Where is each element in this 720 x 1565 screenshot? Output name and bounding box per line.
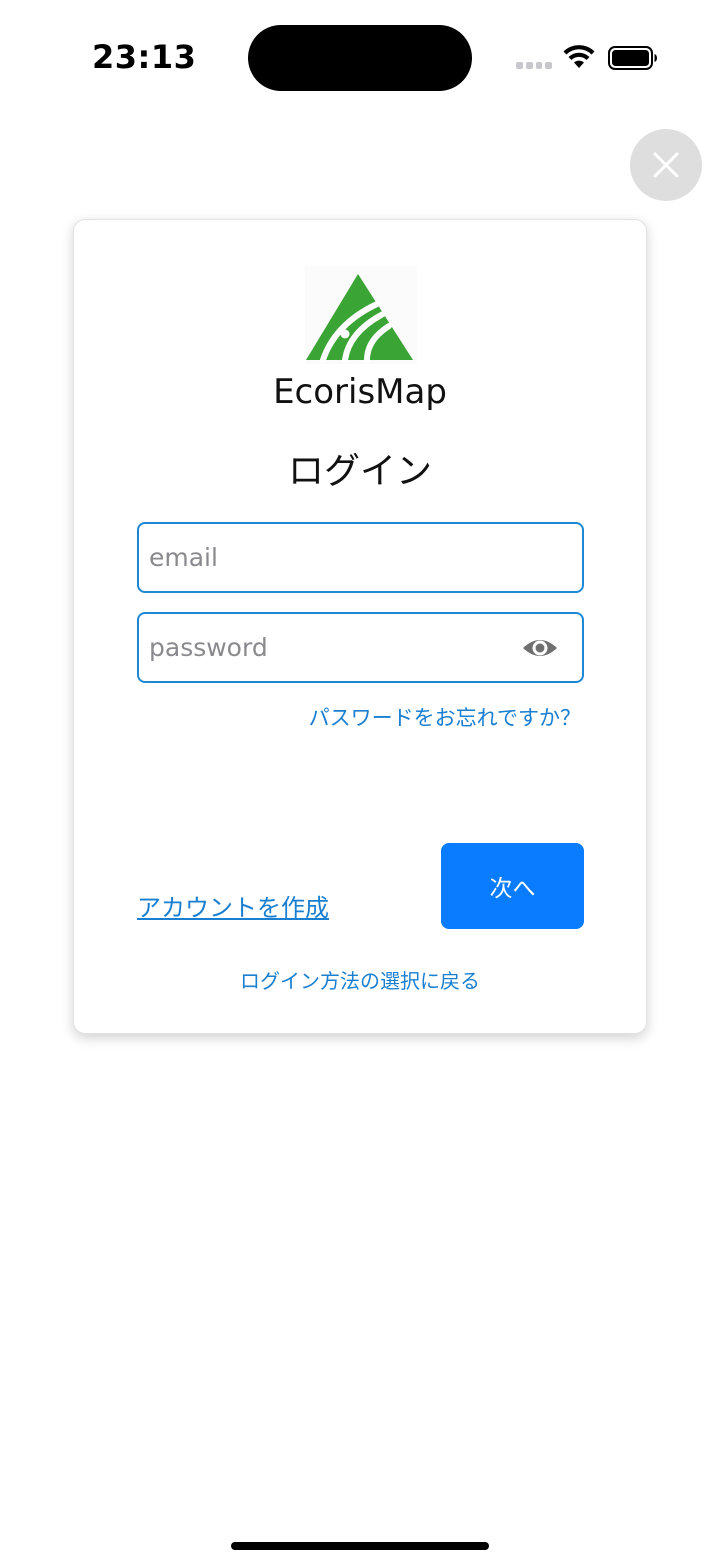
login-title: ログイン xyxy=(287,451,432,492)
close-button[interactable] xyxy=(630,129,702,201)
home-indicator xyxy=(231,1542,489,1550)
status-time: 23:13 xyxy=(92,38,197,76)
password-field-container xyxy=(137,612,584,683)
ecorismap-logo xyxy=(305,266,417,364)
create-account-link[interactable]: アカウントを作成 xyxy=(137,888,329,923)
wifi-icon xyxy=(563,45,595,68)
forgot-password-link[interactable]: パスワードをお忘れですか？ xyxy=(309,702,581,732)
dynamic-island xyxy=(248,25,472,91)
login-card: EcorisMap ログイン パスワードをお忘れですか？ アカウントを作成 次へ… xyxy=(73,219,647,1034)
eye-icon[interactable] xyxy=(522,634,558,662)
back-to-login-method-link[interactable]: ログイン方法の選択に戻る xyxy=(74,965,646,994)
email-field-container xyxy=(137,522,584,593)
cellular-signal-icon xyxy=(516,62,552,70)
close-icon xyxy=(653,152,679,178)
next-button[interactable]: 次へ xyxy=(441,843,584,929)
password-field[interactable] xyxy=(149,614,509,681)
battery-icon xyxy=(608,46,657,70)
app-name: EcorisMap xyxy=(273,372,447,412)
email-field[interactable] xyxy=(149,524,509,591)
